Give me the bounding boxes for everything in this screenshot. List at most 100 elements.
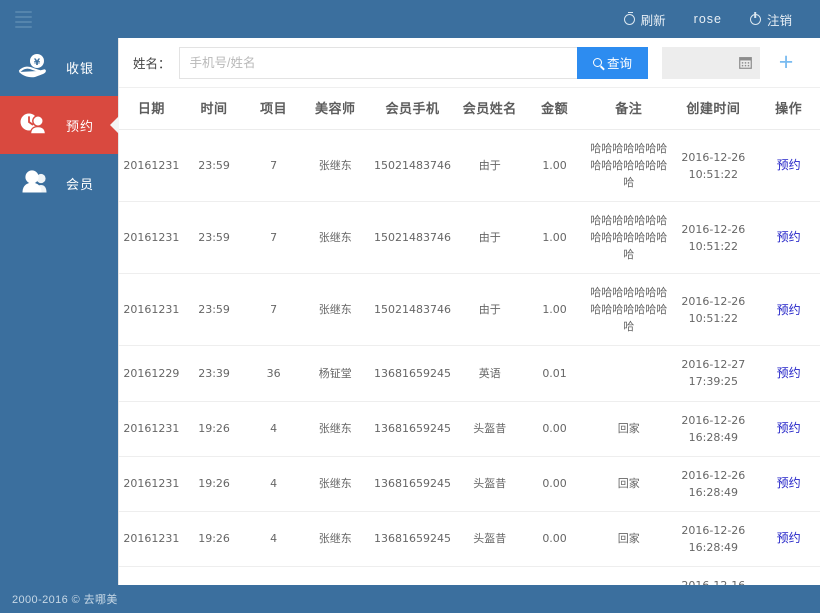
appointment-action-link[interactable]: 预约	[777, 476, 801, 490]
sidebar-item-label: 预约	[66, 118, 95, 134]
power-icon	[749, 13, 761, 25]
cell-action: 预约	[756, 129, 820, 203]
table-row[interactable]: 20161231 19:26 4 张继东 13681659245 头盔昔 0.00 回家 201…	[119, 511, 820, 567]
column-header-phone: 会员手机	[367, 88, 458, 130]
cell-amount: 0.01	[522, 345, 587, 402]
table-row[interactable]: 20161231 19:26 4 张继东 13681659245 头盔昔 0.00 回家 201…	[119, 401, 820, 457]
cell-phone: 13681659245	[367, 456, 458, 512]
cell-beautician: 张继东	[302, 456, 368, 512]
appointment-action-link[interactable]: 预约	[777, 303, 801, 317]
cell-time: 19:26	[183, 456, 245, 512]
cell-date: 20161231	[119, 129, 184, 203]
table-row[interactable]: 20161229 23:39 36 杨钲堂 13681659245 英语 0.01 2016-…	[119, 345, 820, 402]
topbar-actions: 刷新 rose 注销	[610, 0, 820, 38]
cell-member: 由于	[457, 129, 523, 203]
cell-time: 23:59	[183, 129, 245, 203]
cell-created: 2016-12-26 10:51:22	[670, 129, 757, 203]
table-row[interactable]: 20161231 23:59 7 张继东 15021483746 由于 1.00 哈哈哈哈哈哈…	[119, 273, 820, 347]
refresh-label: 刷新	[640, 13, 666, 28]
app-root: 刷新 rose 注销 ¥ 收银 预约 会员 姓名： 手机号/姓名 查询 + 日期…	[0, 0, 820, 613]
current-user[interactable]: rose	[680, 0, 736, 38]
cell-time: 23:59	[183, 273, 245, 347]
sidebar-item-member[interactable]: 会员	[0, 154, 118, 212]
appointment-table-scroll[interactable]: 日期 时间 项目 美容师 会员手机 会员姓名 金额 备注 创建时间 操作 201	[119, 88, 820, 585]
cell-action: 预约	[756, 456, 820, 512]
cell-phone: 15021483746	[367, 129, 458, 203]
refresh-button[interactable]: 刷新	[610, 0, 680, 38]
cell-time: 23:39	[183, 345, 245, 402]
cell-beautician: 张继东	[302, 201, 368, 275]
hamburger-bar	[14, 25, 32, 28]
search-toolbar: 姓名： 查询	[119, 38, 820, 88]
cell-note: 我去啊	[586, 566, 671, 585]
sidebar-item-appointment[interactable]: 预约	[0, 96, 118, 154]
cell-beautician: 杨钲堂	[302, 345, 368, 402]
cell-beautician: 张继东	[302, 401, 368, 457]
cell-phone: 13681659245	[367, 345, 458, 402]
cell-date: 20161231	[119, 511, 184, 567]
cell-note: 哈哈哈哈哈哈哈哈哈哈哈哈哈哈哈	[586, 129, 671, 203]
appointment-table: 日期 时间 项目 美容师 会员手机 会员姓名 金额 备注 创建时间 操作 201	[119, 88, 820, 585]
cell-time: 19:26	[183, 511, 245, 567]
plus-icon: +	[778, 48, 794, 76]
cell-item: 4	[244, 456, 303, 512]
appointment-action-link[interactable]: 预约	[777, 230, 801, 244]
cell-action: 预约	[756, 273, 820, 347]
cell-item: 7	[244, 201, 303, 275]
search-button[interactable]: 查询	[576, 46, 648, 79]
column-header-item: 项目	[244, 88, 303, 130]
cell-beautician: 张继东	[302, 129, 368, 203]
sidebar-item-label: 会员	[66, 176, 95, 192]
cell-created: 2016-12-26 10:51:22	[670, 273, 757, 347]
cell-member: 英语	[457, 345, 523, 402]
table-row[interactable]: 20161231 23:59 7 张继东 15021483746 由于 1.00 哈哈哈哈哈哈…	[119, 201, 820, 275]
appointment-action-link[interactable]: 预约	[777, 531, 801, 545]
cell-beautician: 张继东	[302, 511, 368, 567]
cell-amount: 1.00	[522, 129, 587, 203]
table-row[interactable]: 20161231 19:26 4 张继东 13681659245 头盔昔 0.00 回家 201…	[119, 456, 820, 512]
top-navbar: 刷新 rose 注销	[0, 0, 820, 38]
date-picker-field[interactable]	[662, 46, 760, 79]
column-header-time: 时间	[183, 88, 245, 130]
table-row[interactable]: 20161231 23:59 7 张继东 15021483746 由于 1.00 哈哈哈哈哈哈…	[119, 129, 820, 203]
search-input[interactable]	[178, 46, 577, 79]
cell-date: 20161231	[119, 201, 184, 275]
cell-member: 头盔昔	[457, 456, 523, 512]
cell-phone: 15021483746	[367, 273, 458, 347]
svg-text:¥: ¥	[34, 58, 41, 68]
cell-action: 预约	[756, 345, 820, 402]
cell-beautician: 张继东	[302, 566, 368, 585]
cell-created: 2016-12-27 17:39:25	[670, 345, 757, 402]
appointment-action-link[interactable]: 预约	[777, 366, 801, 380]
sidebar: ¥ 收银 预约 会员	[0, 38, 118, 585]
cell-phone: 15021483746	[367, 201, 458, 275]
appointment-action-link[interactable]: 预约	[777, 421, 801, 435]
cell-note: 回家	[586, 456, 671, 512]
cell-time: 23:59	[183, 201, 245, 275]
table-row[interactable]: 2016121618:111张继东18521507104程光涛100.00我去啊…	[119, 566, 820, 585]
cell-created: 2016-12-26 16:28:49	[670, 456, 757, 512]
cell-amount: 0.00	[522, 511, 587, 567]
cell-action: 预约	[756, 401, 820, 457]
sidebar-item-cashier[interactable]: ¥ 收银	[0, 38, 118, 96]
appointment-action-link[interactable]: 预约	[777, 158, 801, 172]
cell-amount: 100.00	[522, 566, 587, 585]
cell-action: 预约	[756, 511, 820, 567]
cell-item: 1	[244, 566, 303, 585]
logout-button[interactable]: 注销	[736, 0, 806, 38]
hamburger-bar	[14, 20, 32, 23]
hand-yuan-icon: ¥	[16, 50, 50, 84]
cell-date: 20161231	[119, 273, 184, 347]
cell-member: 程光涛	[457, 566, 523, 585]
cell-date: 20161231	[119, 456, 184, 512]
column-header-note: 备注	[586, 88, 671, 130]
hamburger-menu-icon[interactable]	[0, 0, 46, 38]
sidebar-item-label: 收银	[66, 60, 95, 76]
column-header-amount: 金额	[522, 88, 587, 130]
cell-note: 哈哈哈哈哈哈哈哈哈哈哈哈哈哈哈	[586, 201, 671, 275]
cell-date: 20161216	[119, 566, 184, 585]
cell-date: 20161229	[119, 345, 184, 402]
cell-beautician: 张继东	[302, 273, 368, 347]
cell-date: 20161231	[119, 401, 184, 457]
add-appointment-button[interactable]: +	[760, 47, 812, 79]
